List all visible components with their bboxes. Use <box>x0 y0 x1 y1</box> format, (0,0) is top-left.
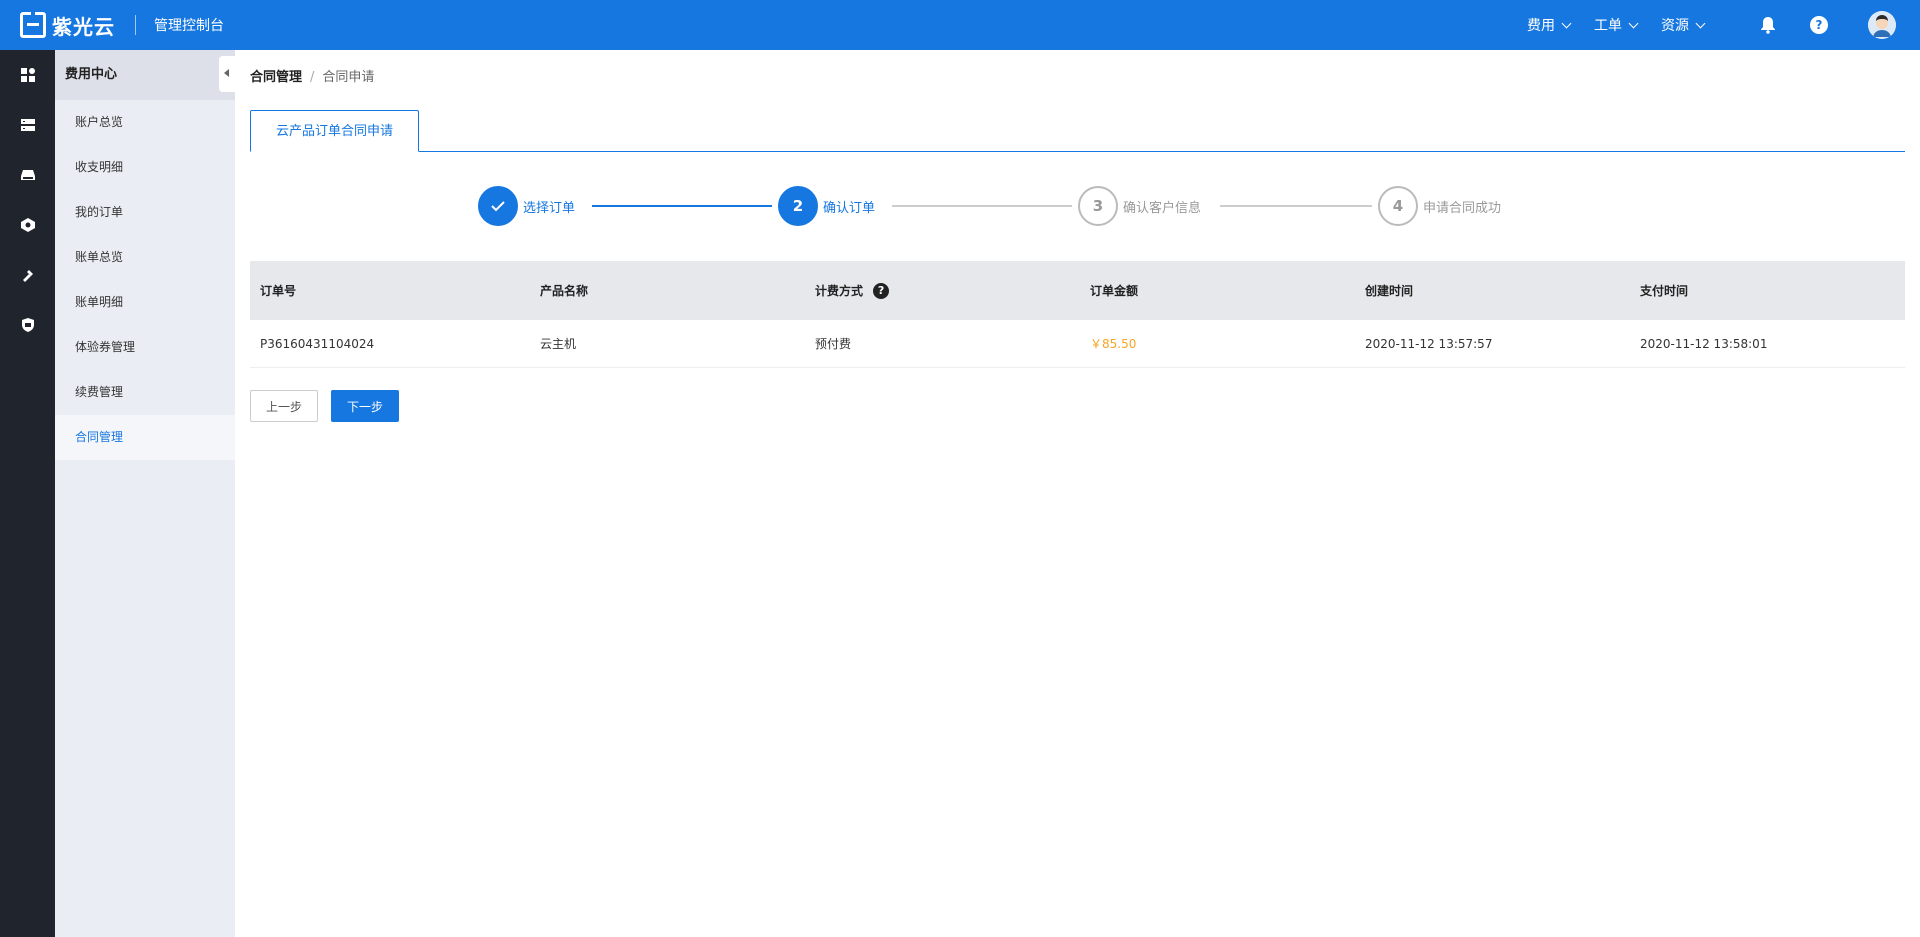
step-3-label: 确认客户信息 <box>1123 201 1202 216</box>
icon-rail <box>0 50 55 937</box>
nav-fees-menu[interactable]: 费用 <box>1527 15 1572 35</box>
step-line-2 <box>892 205 1072 207</box>
col-paid-time: 支付时间 <box>1640 284 1689 298</box>
menu-item-my-orders[interactable]: 我的订单 <box>55 190 235 235</box>
submenu-title: 费用中心 <box>55 50 235 100</box>
fees-submenu: 费用中心 账户总览 收支明细 我的订单 账单总览 账单明细 体验券管理 续费管理… <box>55 50 235 937</box>
col-product-name: 产品名称 <box>540 284 589 298</box>
top-nav: 费用 工单 资源 ? <box>1527 0 1920 50</box>
logo[interactable]: 紫光云 <box>20 11 115 40</box>
chevron-down-icon <box>1695 18 1706 28</box>
avatar[interactable] <box>1868 11 1896 39</box>
console-title[interactable]: 管理控制台 <box>154 15 224 35</box>
step-line-3 <box>1220 205 1372 207</box>
menu-item-bill-overview[interactable]: 账单总览 <box>55 235 235 280</box>
question-icon[interactable]: ? <box>873 283 890 300</box>
menu-item-renewals[interactable]: 续费管理 <box>55 370 235 415</box>
step-2-label: 确认订单 <box>823 201 876 216</box>
server-icon[interactable] <box>0 100 55 150</box>
nav-resources-menu[interactable]: 资源 <box>1661 15 1706 35</box>
storage-icon[interactable] <box>0 150 55 200</box>
collapse-menu-toggle[interactable] <box>219 56 235 92</box>
step-4-label: 申请合同成功 <box>1423 201 1502 216</box>
cell-billing-method: 预付费 <box>815 337 852 351</box>
table-header: 订单号 产品名称 计费方式? 订单金额 创建时间 支付时间 <box>250 261 1905 320</box>
logo-text: 紫光云 <box>52 14 115 39</box>
bell-icon[interactable] <box>1758 15 1778 35</box>
step-1-label: 选择订单 <box>523 201 576 216</box>
order-table: 订单号 产品名称 计费方式? 订单金额 创建时间 支付时间 P361604311… <box>250 261 1905 368</box>
menu-item-contracts[interactable]: 合同管理 <box>55 415 235 460</box>
chevron-down-icon <box>1628 18 1639 28</box>
cell-product-name: 云主机 <box>540 337 577 351</box>
nav-tickets-menu[interactable]: 工单 <box>1594 15 1639 35</box>
col-created-time: 创建时间 <box>1365 284 1414 298</box>
help-icon[interactable]: ? <box>1810 16 1828 34</box>
next-step-button[interactable]: 下一步 <box>331 390 399 422</box>
col-billing-method: 计费方式? <box>805 282 1080 300</box>
step-1-circle <box>478 186 518 226</box>
step-line-1 <box>592 205 772 207</box>
security-icon[interactable] <box>0 300 55 350</box>
cell-order-no: P36160431104024 <box>260 336 375 351</box>
steps: 选择订单 2 确认订单 3 确认客户信息 4 申请合同成功 <box>235 186 1920 226</box>
tab-cloud-order-contract[interactable]: 云产品订单合同申请 <box>250 110 419 152</box>
cell-created-time: 2020-11-12 13:57:57 <box>1365 336 1493 351</box>
tools-icon[interactable] <box>0 250 55 300</box>
network-icon[interactable] <box>0 200 55 250</box>
nav-resources-label: 资源 <box>1661 18 1689 34</box>
table-row: P36160431104024 云主机 预付费 ￥85.50 2020-11-1… <box>250 320 1905 368</box>
prev-step-button[interactable]: 上一步 <box>250 390 318 422</box>
step-buttons: 上一步 下一步 <box>250 390 399 422</box>
dashboard-icon[interactable] <box>0 50 55 100</box>
step-2-circle: 2 <box>778 186 818 226</box>
nav-tickets-label: 工单 <box>1594 18 1622 34</box>
cell-paid-time: 2020-11-12 13:58:01 <box>1640 336 1768 351</box>
chevron-down-icon <box>1561 18 1572 28</box>
menu-item-account-overview[interactable]: 账户总览 <box>55 100 235 145</box>
menu-item-bill-details[interactable]: 账单明细 <box>55 280 235 325</box>
header-divider <box>135 15 136 35</box>
menu-item-vouchers[interactable]: 体验券管理 <box>55 325 235 370</box>
col-order-no: 订单号 <box>260 284 297 298</box>
col-billing-method-label: 计费方式 <box>815 283 864 298</box>
breadcrumb-apply: 合同申请 <box>322 70 375 85</box>
breadcrumb-contracts[interactable]: 合同管理 <box>250 70 302 85</box>
menu-item-transactions[interactable]: 收支明细 <box>55 145 235 190</box>
check-icon <box>491 201 505 212</box>
top-bar: 紫光云 管理控制台 费用 工单 资源 ? <box>0 0 1920 50</box>
step-3-circle: 3 <box>1078 186 1118 226</box>
main-content: 合同管理 / 合同申请 云产品订单合同申请 选择订单 2 确认订单 3 确认客户信息… <box>235 50 1920 937</box>
cell-order-amount: ￥85.50 <box>1090 337 1137 351</box>
tab-bar: 云产品订单合同申请 <box>250 110 1905 152</box>
breadcrumb: 合同管理 / 合同申请 <box>250 66 374 85</box>
nav-fees-label: 费用 <box>1527 18 1555 34</box>
logo-icon <box>20 12 46 38</box>
step-4-circle: 4 <box>1378 186 1418 226</box>
col-order-amount: 订单金额 <box>1090 284 1139 298</box>
breadcrumb-separator: / <box>310 70 315 85</box>
